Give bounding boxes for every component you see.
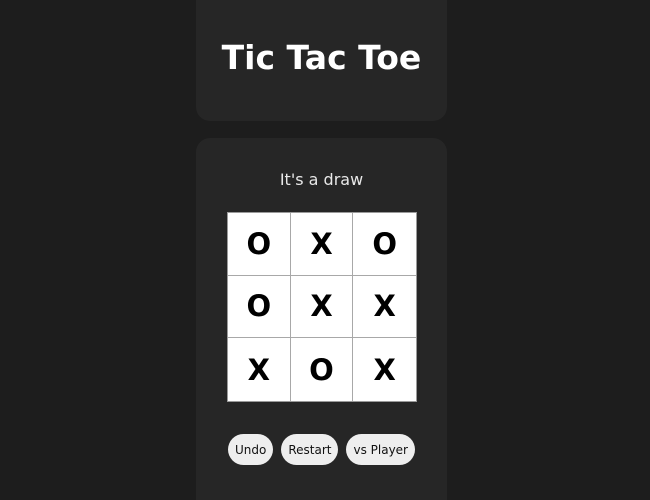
title-card: Tic Tac Toe — [196, 0, 447, 121]
board-cell-r1-c2[interactable]: X — [290, 213, 354, 276]
game-board: O X O O X X X O X — [227, 212, 417, 402]
page-title: Tic Tac Toe — [221, 38, 422, 77]
mode-toggle-button[interactable]: vs Player — [346, 434, 415, 465]
restart-button[interactable]: Restart — [281, 434, 339, 465]
board-cell-r2-c1[interactable]: O — [228, 275, 291, 339]
board-cell-r1-c1[interactable]: O — [228, 213, 291, 276]
undo-button[interactable]: Undo — [227, 434, 274, 465]
page: Tic Tac Toe It's a draw O X O O X X X O … — [0, 0, 650, 500]
board-cell-r2-c3[interactable]: X — [353, 276, 416, 339]
board-cell-r2-c2[interactable]: X — [290, 275, 354, 339]
board-cell-r3-c1[interactable]: X — [228, 338, 291, 401]
board-cell-r3-c3[interactable]: X — [353, 338, 416, 401]
game-status: It's a draw — [279, 170, 364, 189]
game-card: It's a draw O X O O X X X O X Undo Resta… — [196, 138, 447, 500]
control-bar: Undo Restart vs Player — [196, 434, 447, 465]
board-cell-r3-c2[interactable]: O — [291, 338, 354, 401]
board-cell-r1-c3[interactable]: O — [353, 213, 416, 276]
